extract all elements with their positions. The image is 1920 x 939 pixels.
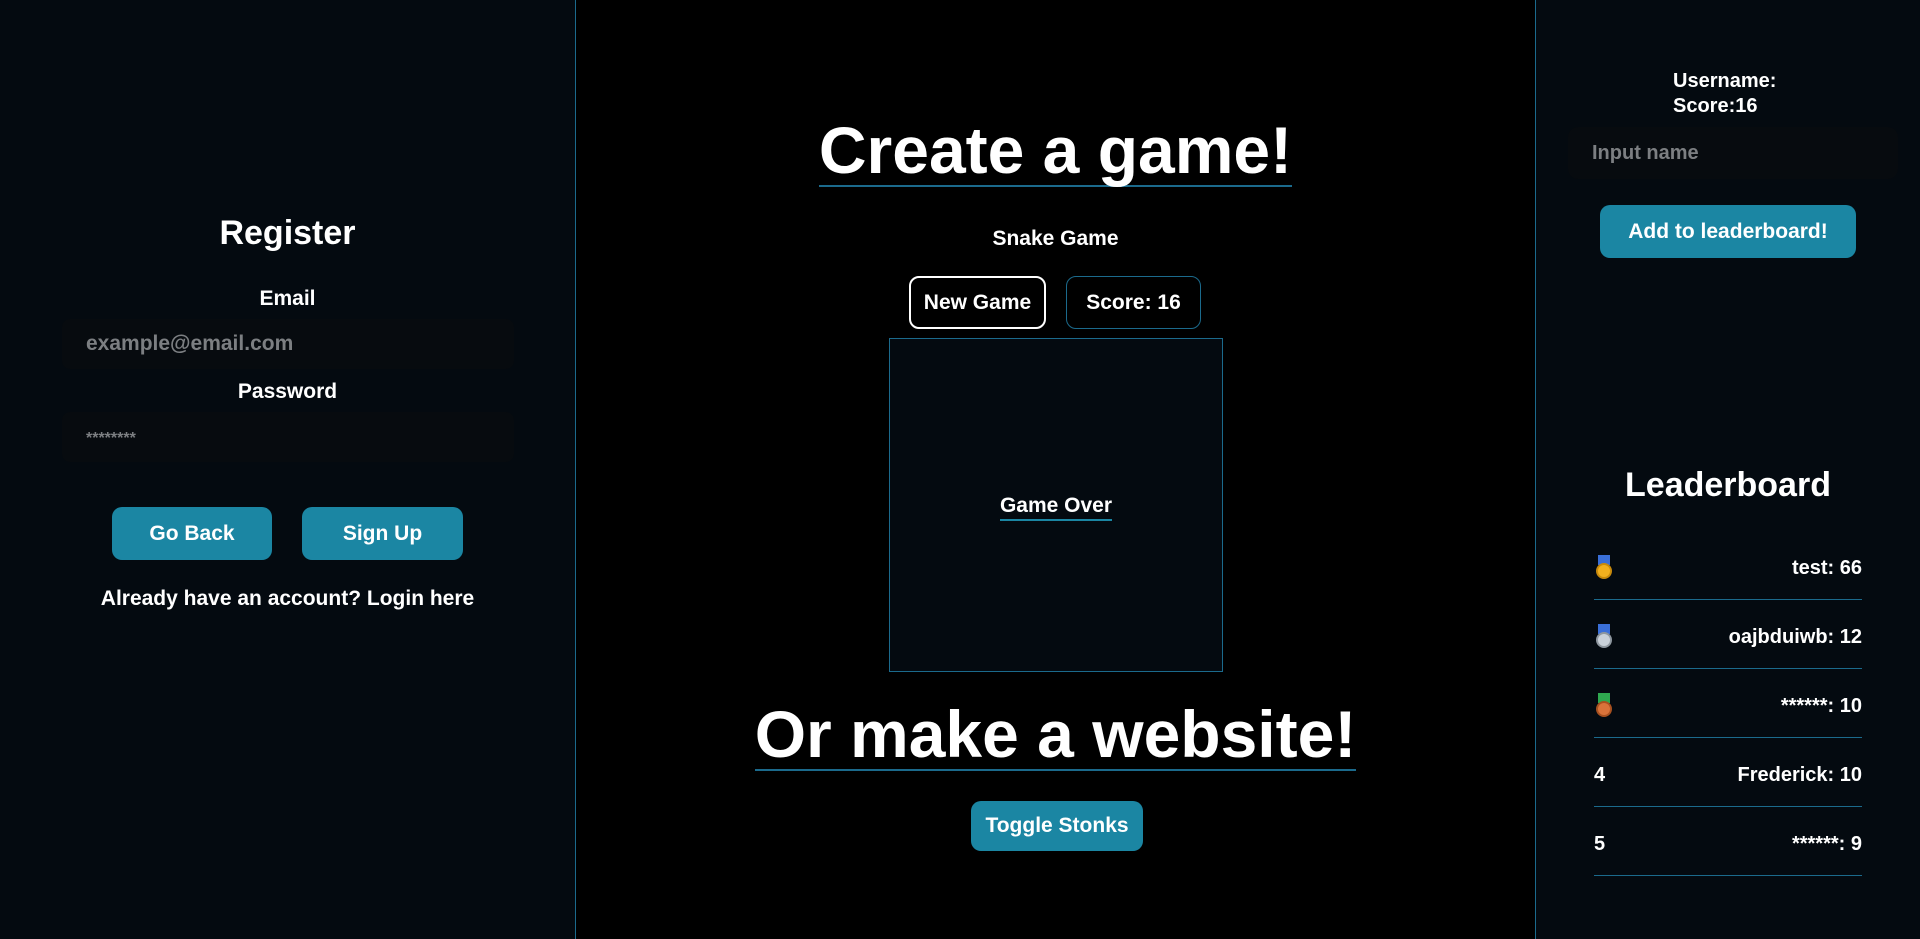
leaderboard-entry: ******: 9: [1791, 832, 1862, 855]
user-score: Score:16: [1673, 95, 1758, 117]
create-game-title: Create a game!: [818, 113, 1293, 187]
leaderboard-title: Leaderboard: [1625, 466, 1831, 504]
user-info: Username: Score:16: [1673, 69, 1776, 119]
login-link[interactable]: Already have an account? Login here: [0, 587, 575, 611]
game-name: Snake Game: [992, 227, 1119, 250]
email-label: Email: [259, 287, 316, 310]
add-to-leaderboard-button[interactable]: Add to leaderboard!: [1600, 205, 1856, 258]
register-panel: Register Email Password Go Back Sign Up …: [0, 0, 575, 939]
new-game-button[interactable]: New Game: [909, 276, 1046, 329]
leaderboard-entry: Frederick: 10: [1737, 763, 1862, 786]
leaderboard-entry: test: 66: [1791, 556, 1862, 579]
name-input[interactable]: [1568, 127, 1898, 179]
game-over-text: Game Over: [999, 494, 1113, 521]
leaderboard-rank: 4: [1594, 763, 1606, 786]
game-board[interactable]: Game Over: [889, 338, 1223, 672]
leaderboard-panel: Username: Score:16 Add to leaderboard! L…: [1536, 0, 1920, 939]
sign-up-button[interactable]: Sign Up: [302, 507, 463, 560]
password-field[interactable]: [62, 412, 514, 462]
game-over-message: Game Over: [890, 494, 1222, 521]
create-game-heading: Create a game!: [576, 115, 1535, 187]
leaderboard-row: 4 Frederick: 10: [1594, 738, 1862, 807]
leaderboard-row: test: 66: [1594, 531, 1862, 600]
website-heading: Or make a website!: [576, 699, 1535, 771]
make-website-title: Or make a website!: [754, 697, 1357, 771]
leaderboard-row: 5 ******: 9: [1594, 807, 1862, 876]
username-label: Username:: [1673, 70, 1777, 92]
leaderboard-row: oajbduiwb: 12: [1594, 600, 1862, 669]
leaderboard-list: test: 66 oajbduiwb: 12 ******: 10 4 Fred…: [1594, 531, 1862, 876]
silver-medal-icon: [1594, 624, 1614, 650]
gold-medal-icon: [1594, 555, 1614, 581]
leaderboard-rank: 5: [1594, 832, 1606, 855]
register-title: Register: [219, 214, 356, 252]
leaderboard-row: ******: 10: [1594, 669, 1862, 738]
leaderboard-entry: ******: 10: [1780, 694, 1862, 717]
toggle-stonks-button[interactable]: Toggle Stonks: [971, 801, 1143, 851]
go-back-button[interactable]: Go Back: [112, 507, 272, 560]
email-field[interactable]: [62, 319, 514, 369]
score-display: Score: 16: [1066, 276, 1201, 329]
game-panel: Create a game! Snake Game New Game Score…: [575, 0, 1536, 939]
leaderboard-entry: oajbduiwb: 12: [1728, 625, 1862, 648]
bronze-medal-icon: [1594, 693, 1614, 719]
password-label: Password: [237, 380, 338, 403]
